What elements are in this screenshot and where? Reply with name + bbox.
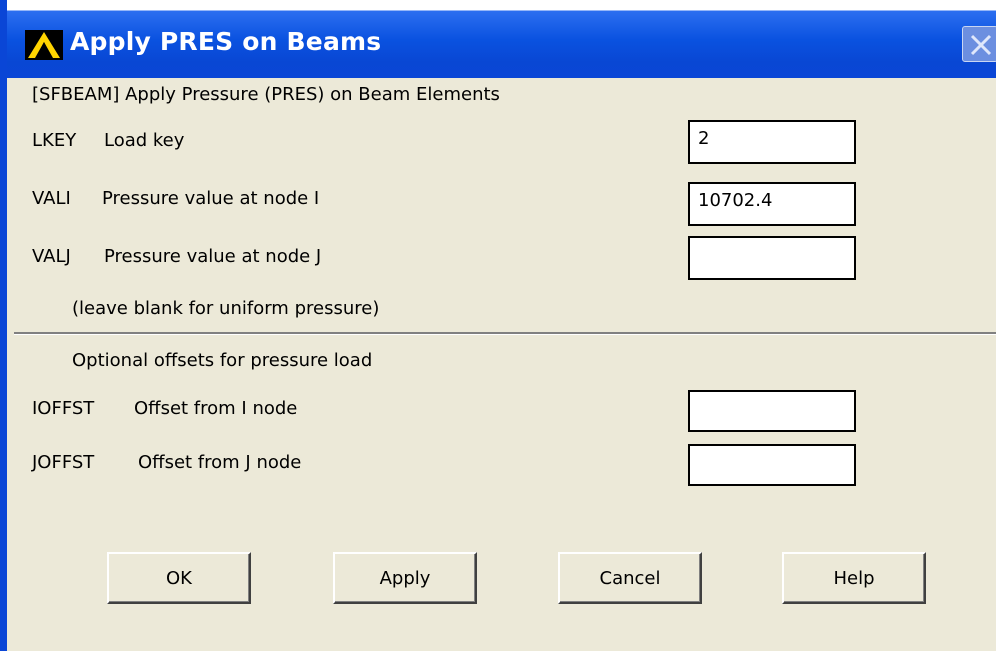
- ok-button[interactable]: OK: [107, 552, 251, 604]
- vali-label: Pressure value at node I: [102, 188, 320, 209]
- joffst-label: Offset from J node: [138, 452, 302, 473]
- window-title: Apply PRES on Beams: [70, 27, 382, 56]
- ansys-logo-icon: [25, 30, 63, 60]
- offsets-heading: Optional offsets for pressure load: [72, 350, 373, 371]
- close-button[interactable]: [962, 26, 996, 62]
- dialog-window: Apply PRES on Beams [SFBEAM] Apply Press…: [0, 0, 996, 651]
- title-bar[interactable]: Apply PRES on Beams: [7, 0, 996, 78]
- ioffst-label: Offset from I node: [134, 398, 298, 419]
- joffst-key: JOFFST: [32, 452, 95, 473]
- valj-key: VALJ: [32, 246, 71, 267]
- ioffst-field[interactable]: [688, 390, 856, 432]
- close-icon: [970, 34, 992, 56]
- joffst-field[interactable]: [688, 444, 856, 486]
- ioffst-key: IOFFST: [32, 398, 95, 419]
- dialog-content: [SFBEAM] Apply Pressure (PRES) on Beam E…: [14, 78, 996, 651]
- lkey-label: Load key: [104, 130, 185, 151]
- valj-label: Pressure value at node J: [104, 246, 322, 267]
- uniform-pressure-note: (leave blank for uniform pressure): [72, 298, 380, 319]
- section-divider: [14, 332, 996, 335]
- command-label: [SFBEAM] Apply Pressure (PRES) on Beam E…: [32, 84, 500, 105]
- lkey-field[interactable]: 2: [688, 120, 856, 164]
- valj-field[interactable]: [688, 236, 856, 280]
- help-button[interactable]: Help: [782, 552, 926, 604]
- apply-button[interactable]: Apply: [333, 552, 477, 604]
- vali-key: VALI: [32, 188, 71, 209]
- title-bar-top-edge: [7, 0, 996, 10]
- lkey-key: LKEY: [32, 130, 77, 151]
- cancel-button[interactable]: Cancel: [558, 552, 702, 604]
- vali-field[interactable]: 10702.4: [688, 182, 856, 226]
